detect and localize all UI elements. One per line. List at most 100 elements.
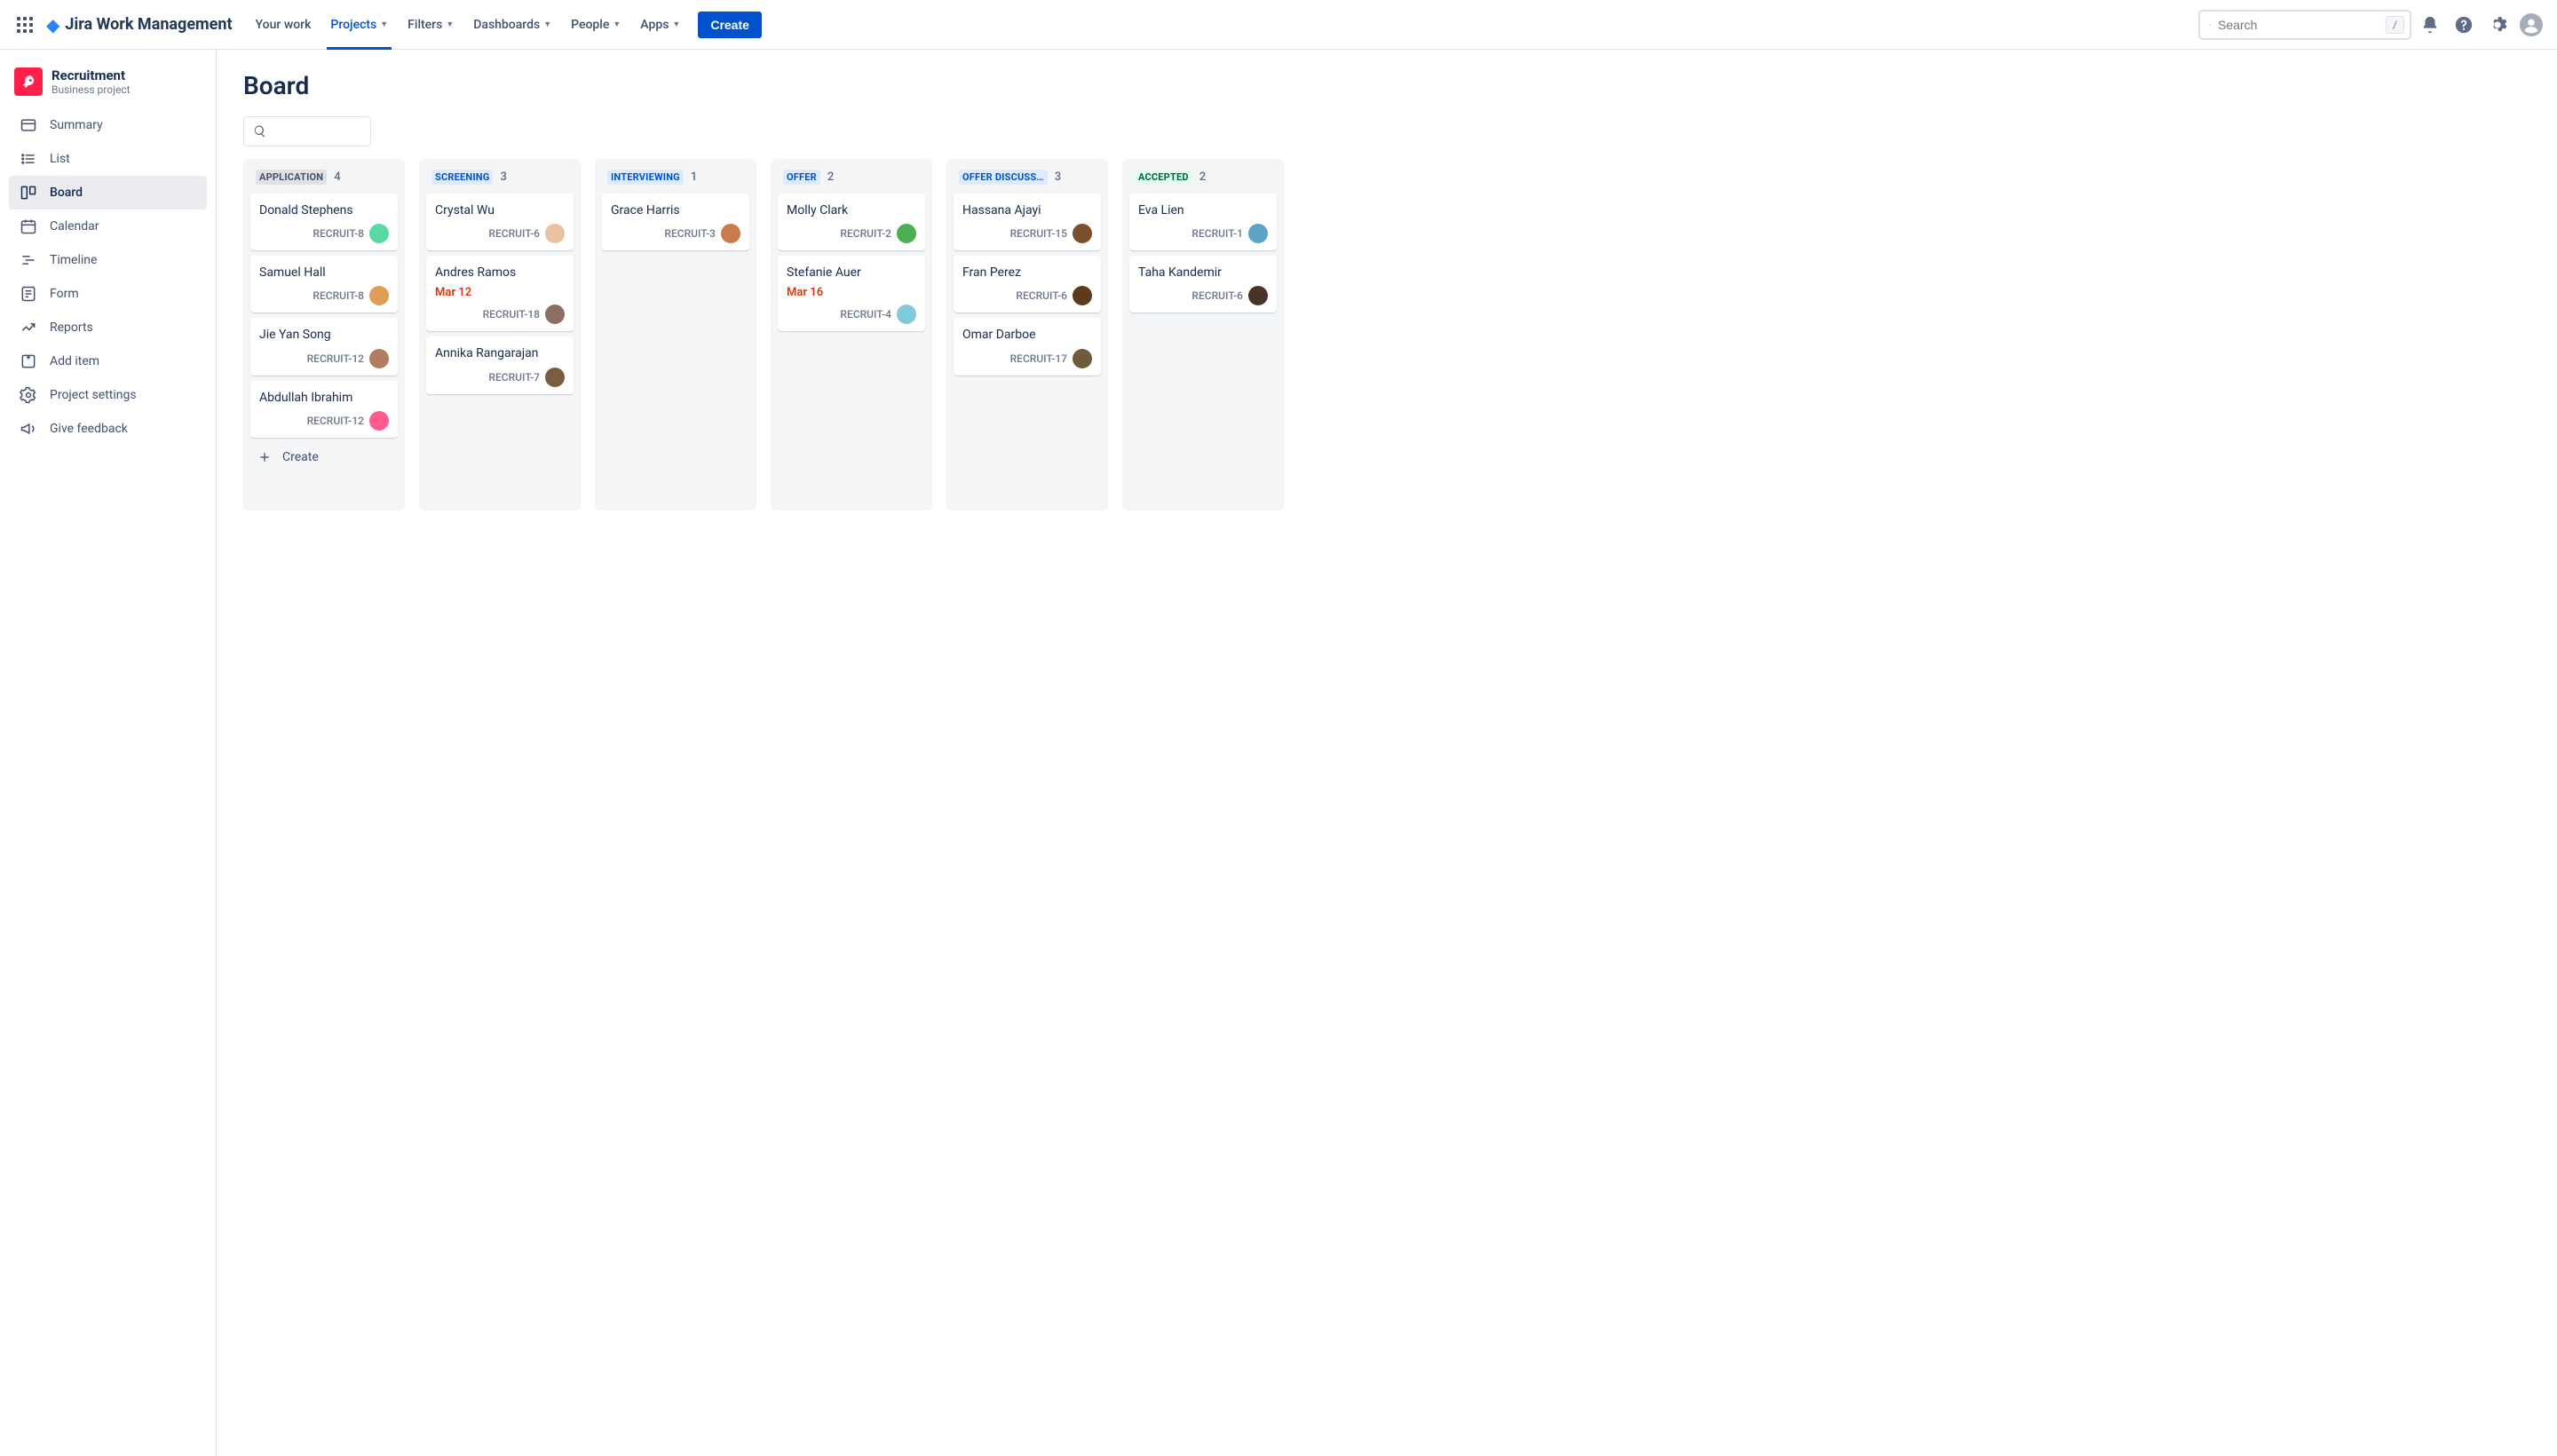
create-button[interactable]: Create	[698, 12, 762, 38]
board-card[interactable]: Omar DarboeRECRUIT-17	[954, 318, 1101, 375]
summary-icon	[20, 116, 37, 134]
nav-people[interactable]: People▼	[562, 12, 629, 37]
card-footer: RECRUIT-12	[259, 349, 389, 368]
sidebar-item-reports[interactable]: Reports	[9, 311, 207, 344]
board-card[interactable]: Crystal WuRECRUIT-6	[426, 194, 574, 250]
megaphone-icon	[20, 420, 37, 438]
card-footer: RECRUIT-2	[787, 224, 916, 243]
help-button[interactable]	[2449, 10, 2479, 40]
card-footer: RECRUIT-8	[259, 286, 389, 305]
sidebar-item-form[interactable]: Form	[9, 277, 207, 311]
sidebar-item-board[interactable]: Board	[9, 176, 207, 210]
brand-logo[interactable]: ◆ Jira Work Management	[46, 15, 233, 34]
card-title: Donald Stephens	[259, 202, 389, 218]
board-card[interactable]: Eva LienRECRUIT-1	[1129, 194, 1277, 250]
card-due-date: Mar 12	[435, 286, 565, 299]
column-header[interactable]: OFFER DISCUSS…3	[952, 168, 1103, 194]
board-card[interactable]: Jie Yan Song RECRUIT-12	[250, 318, 398, 375]
sidebar-item-settings[interactable]: Project settings	[9, 378, 207, 412]
assignee-avatar[interactable]	[1248, 224, 1268, 243]
assignee-avatar[interactable]	[369, 286, 389, 305]
global-search[interactable]: /	[2198, 10, 2411, 40]
board-card[interactable]: Donald StephensRECRUIT-8	[250, 194, 398, 250]
search-input[interactable]	[2218, 18, 2379, 32]
column-header[interactable]: SCREENING3	[424, 168, 575, 194]
timeline-icon	[20, 251, 37, 269]
board-card[interactable]: Fran PerezRECRUIT-6	[954, 256, 1101, 313]
avatar-icon	[2520, 13, 2543, 36]
board-card[interactable]: Grace Harris RECRUIT-3	[602, 194, 749, 250]
board-search[interactable]	[243, 116, 371, 146]
sidebar-item-add[interactable]: Add item	[9, 344, 207, 378]
card-key: RECRUIT-3	[664, 227, 716, 240]
nav-projects[interactable]: Projects▼	[321, 12, 397, 37]
assignee-avatar[interactable]	[545, 305, 565, 324]
apps-grid-icon	[17, 17, 33, 33]
sidebar-item-summary[interactable]: Summary	[9, 108, 207, 142]
sidebar-item-calendar[interactable]: Calendar	[9, 210, 207, 243]
card-key: RECRUIT-8	[313, 289, 364, 302]
assignee-avatar[interactable]	[721, 224, 740, 243]
settings-button[interactable]	[2482, 10, 2513, 40]
card-title: Stefanie Auer	[787, 265, 916, 281]
assignee-avatar[interactable]	[1248, 286, 1268, 305]
assignee-avatar[interactable]	[897, 305, 916, 324]
card-title: Hassana Ajayi	[962, 202, 1092, 218]
card-footer: RECRUIT-7	[435, 368, 565, 387]
board-card[interactable]: Hassana AjayiRECRUIT-15	[954, 194, 1101, 250]
board-card[interactable]: Annika RangarajanRECRUIT-7	[426, 336, 574, 393]
card-title: Molly Clark	[787, 202, 916, 218]
column-label: INTERVIEWING	[607, 170, 684, 185]
top-navigation: ◆ Jira Work Management Your work Project…	[0, 0, 2557, 50]
gear-icon	[2488, 15, 2507, 35]
profile-button[interactable]	[2516, 10, 2546, 40]
nav-your-work[interactable]: Your work	[247, 12, 321, 37]
sidebar-item-timeline[interactable]: Timeline	[9, 243, 207, 277]
create-card-button[interactable]: Create	[249, 443, 400, 471]
assignee-avatar[interactable]	[545, 368, 565, 387]
page-title: Board	[243, 71, 2557, 100]
assignee-avatar[interactable]	[369, 411, 389, 431]
chevron-down-icon: ▼	[613, 20, 621, 29]
card-key: RECRUIT-17	[1010, 352, 1067, 365]
jira-icon: ◆	[46, 16, 59, 34]
card-title: Taha Kandemir	[1138, 265, 1268, 281]
project-header[interactable]: Recruitment Business project	[9, 64, 207, 108]
nav-apps[interactable]: Apps▼	[631, 12, 689, 37]
card-key: RECRUIT-6	[1191, 289, 1243, 302]
column-header[interactable]: ACCEPTED2	[1128, 168, 1278, 194]
board-card[interactable]: Taha Kandemir RECRUIT-6	[1129, 256, 1277, 313]
board-card[interactable]: Samuel Hall RECRUIT-8	[250, 256, 398, 313]
assignee-avatar[interactable]	[1073, 286, 1092, 305]
card-title: Jie Yan Song	[259, 327, 389, 343]
card-key: RECRUIT-6	[488, 227, 540, 240]
nav-dashboards[interactable]: Dashboards▼	[464, 12, 560, 37]
board-card[interactable]: Abdullah IbrahimRECRUIT-12	[250, 381, 398, 438]
column-count: 2	[1199, 170, 1207, 184]
assignee-avatar[interactable]	[545, 224, 565, 243]
column-header[interactable]: OFFER2	[776, 168, 927, 194]
assignee-avatar[interactable]	[897, 224, 916, 243]
assignee-avatar[interactable]	[1073, 224, 1092, 243]
nav-filters[interactable]: Filters▼	[399, 12, 463, 37]
bell-icon	[2420, 15, 2440, 35]
board-card[interactable]: Molly Clark RECRUIT-2	[778, 194, 925, 250]
assignee-avatar[interactable]	[369, 224, 389, 243]
sidebar-item-feedback[interactable]: Give feedback	[9, 412, 207, 446]
card-title: Samuel Hall	[259, 265, 389, 281]
assignee-avatar[interactable]	[369, 349, 389, 368]
project-type: Business project	[51, 83, 131, 96]
board-card[interactable]: Stefanie AuerMar 16RECRUIT-4	[778, 256, 925, 331]
column-header[interactable]: INTERVIEWING1	[600, 168, 751, 194]
notifications-button[interactable]	[2415, 10, 2445, 40]
board-content: Board APPLICATION4Donald StephensRECRUIT…	[217, 50, 2557, 1456]
board-card[interactable]: Andres RamosMar 12RECRUIT-18	[426, 256, 574, 331]
card-title: Grace Harris	[611, 202, 740, 218]
column-header[interactable]: APPLICATION4	[249, 168, 400, 194]
assignee-avatar[interactable]	[1073, 349, 1092, 368]
card-footer: RECRUIT-4	[787, 305, 916, 324]
app-switcher-button[interactable]	[11, 11, 39, 39]
sidebar-item-list[interactable]: List	[9, 142, 207, 176]
card-footer: RECRUIT-6	[1138, 286, 1268, 305]
card-title: Abdullah Ibrahim	[259, 390, 389, 406]
